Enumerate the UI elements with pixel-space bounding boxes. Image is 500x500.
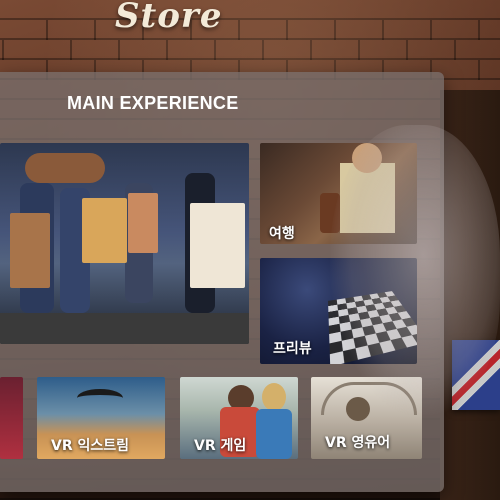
preview-tile[interactable]: 프리뷰 <box>260 258 417 364</box>
preview-label: 프리뷰 <box>273 341 312 357</box>
vr-museum-tile[interactable]: VR 영유어 <box>311 377 422 459</box>
store-sign: Store <box>115 0 223 36</box>
vr-game-label: VR 게임 <box>194 438 247 454</box>
partial-tile-left[interactable] <box>0 377 23 459</box>
union-jack-box <box>452 340 500 410</box>
chessboard-image <box>328 291 417 364</box>
vr-museum-label: VR 영유어 <box>325 435 391 451</box>
featured-shopping-tile[interactable] <box>0 143 249 344</box>
paraglider-image <box>77 389 123 407</box>
wooden-shelf <box>440 90 500 500</box>
vr-extreme-tile[interactable]: VR 익스트림 <box>37 377 165 459</box>
travel-label: 여행 <box>269 226 295 242</box>
travel-tile[interactable]: 여행 <box>260 143 417 244</box>
panel-title: MAIN EXPERIENCE <box>67 93 239 113</box>
vr-extreme-label: VR 익스트림 <box>51 438 130 454</box>
vr-game-tile[interactable]: VR 게임 <box>180 377 298 459</box>
